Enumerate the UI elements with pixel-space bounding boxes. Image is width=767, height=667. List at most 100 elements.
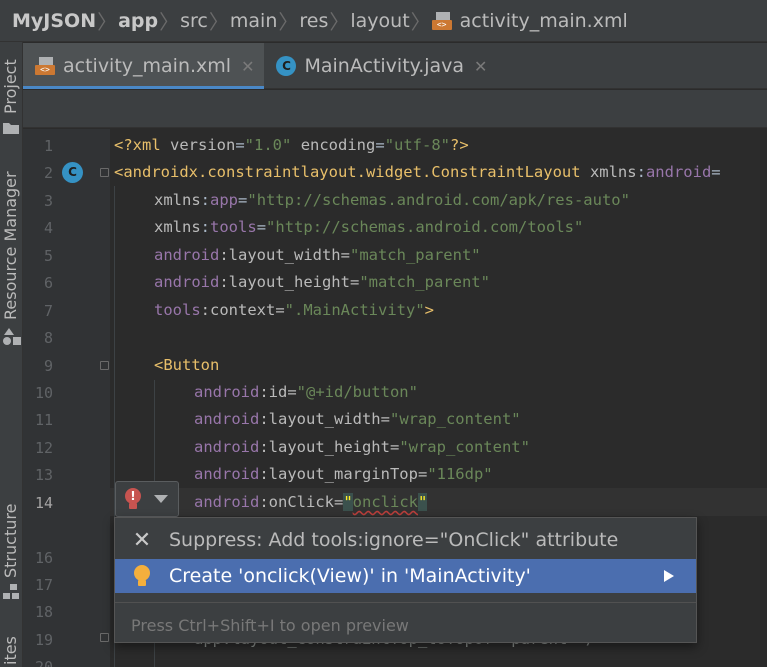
dropdown-caret-icon [154,495,168,503]
line-number: 12 [34,439,53,457]
tool-window-strip: Project Resource Manager Structure ites [0,42,23,667]
attr-name: :id= [259,383,297,401]
close-x-icon: ✕ [115,528,169,553]
code-line-11[interactable]: android:layout_width="wrap_content" [194,410,521,428]
attr-value: ".MainActivity" [284,301,425,319]
xml-file-icon: <> [35,57,55,75]
close-tab-icon[interactable]: ✕ [241,57,254,76]
breadcrumb-file-label: activity_main.xml [459,9,628,32]
line-number: 3 [43,192,53,210]
close-tab-icon[interactable]: ✕ [474,57,487,76]
submenu-arrow-icon[interactable] [664,570,674,582]
line-number: 9 [43,357,53,375]
attr-value: "wrap_content" [399,438,530,456]
equals: = [711,163,721,181]
attr-value: "http://schemas.android.com/apk/res-auto… [247,191,630,209]
intention-actions-button[interactable]: ! [115,481,179,517]
folder-icon [3,123,19,134]
code-line-7[interactable]: tools:context=".MainActivity"> [154,301,434,319]
attr-value: "116dp" [427,465,493,483]
breadcrumb-layout[interactable]: layout [350,10,409,32]
breadcrumb-project[interactable]: MyJSON [12,10,96,32]
line-number: 4 [43,219,53,237]
breadcrumb-src[interactable]: src [180,10,208,32]
attr-value: "match_parent" [359,273,490,291]
namespace: android [194,493,260,511]
breadcrumb-module[interactable]: app [118,10,158,32]
namespace: android [645,163,712,181]
x-glyph: ✕ [132,527,152,553]
related-class-gutter-icon[interactable]: C [62,162,83,183]
attr-value: "match_parent" [349,246,481,264]
namespace: android [194,383,260,401]
code-line-10[interactable]: android:id="@+id/button" [194,383,418,401]
line-number: 2 [43,164,53,182]
suppress-quick-fix-item[interactable]: ✕ Suppress: Add tools:ignore="OnClick" a… [115,523,696,557]
colon: : [200,218,211,236]
code-line-3[interactable]: xmlns:app="http://schemas.android.com/ap… [154,191,630,209]
breadcrumb-file[interactable]: <> activity_main.xml [431,9,628,32]
editor-tab-bar: <> activity_main.xml ✕ C MainActivity.ja… [23,43,767,89]
line-number: 13 [34,466,53,484]
structure-tool-window-button[interactable]: Structure [1,504,20,578]
red-error-bulb-icon: ! [122,488,144,510]
code-line-9[interactable]: <Button [154,356,219,374]
create-method-quick-fix-item[interactable]: Create 'onclick(View)' in 'MainActivity' [115,559,696,593]
favorites-tool-window-button[interactable]: ites [1,636,20,665]
namespace: app [210,191,239,209]
tab-activity-main-xml[interactable]: <> activity_main.xml ✕ [23,43,265,89]
attr-name: xmlns [154,191,201,209]
resources-icon [3,328,21,345]
code-line-2[interactable]: <androidx.constraintlayout.widget.Constr… [114,163,721,181]
line-number-current: 14 [34,494,53,512]
line-number: 18 [34,603,53,621]
editor-toolbar [23,90,767,128]
attr-value: "wrap_content" [389,410,521,428]
attr-name: :context= [200,301,285,319]
project-tool-window-button[interactable]: Project [1,59,20,114]
line-number: 10 [34,384,53,402]
tab-label: activity_main.xml [63,55,232,77]
attr-name: :onClick= [259,493,344,511]
line-number: 20 [34,658,53,667]
quick-fix-label: Create 'onclick(View)' in 'MainActivity' [169,565,531,587]
equals: = [375,136,385,154]
code-line-12[interactable]: android:layout_height="wrap_content" [194,438,530,456]
namespace: android [194,438,260,456]
resource-manager-tool-window-button[interactable]: Resource Manager [1,171,20,320]
code-line-13[interactable]: android:layout_marginTop="116dp" [194,465,493,483]
quote-highlight: " [343,493,353,511]
code-line-5[interactable]: android:layout_width="match_parent" [154,246,481,264]
code-line-1[interactable]: <?xml version="1.0" encoding="utf-8"?> [114,136,469,154]
structure-icon [3,584,19,599]
popup-divider [115,602,696,603]
breadcrumb-main[interactable]: main [230,10,277,32]
line-number: 8 [43,329,53,347]
attr-name: :layout_width= [259,410,390,428]
quick-fix-label: Suppress: Add tools:ignore="OnClick" att… [169,529,619,551]
code-line-4[interactable]: xmlns:tools="http://schemas.android.com/… [154,218,583,236]
colon: : [200,191,211,209]
code-line-14[interactable]: android:onClick="onclick" [194,493,428,511]
fold-marker-icon[interactable] [100,168,109,177]
attr-name: :layout_marginTop= [259,465,428,483]
tab-main-activity-java[interactable]: C MainActivity.java ✕ [264,43,497,89]
equals: = [256,218,267,236]
breadcrumb-separator: 〉 [329,10,350,34]
fold-marker-icon[interactable] [100,361,109,370]
attr-value: "http://schemas.android.com/tools" [266,218,584,236]
code-line-6[interactable]: android:layout_height="match_parent" [154,273,490,291]
equals: = [238,191,248,209]
attr-value: "@+id/button" [296,383,418,401]
navigation-bar: MyJSON 〉 app 〉 src 〉 main 〉 res 〉 layout… [0,0,767,42]
tab-label: MainActivity.java [304,55,465,77]
breadcrumb-separator: 〉 [410,10,431,34]
fold-marker-icon[interactable] [100,633,109,642]
line-number: 1 [43,137,53,155]
equals: = [235,136,245,154]
breadcrumb-res[interactable]: res [299,10,328,32]
namespace: tools [210,218,257,236]
unresolved-method-reference[interactable]: onclick [353,493,418,511]
tag-name: <Button [154,356,220,374]
